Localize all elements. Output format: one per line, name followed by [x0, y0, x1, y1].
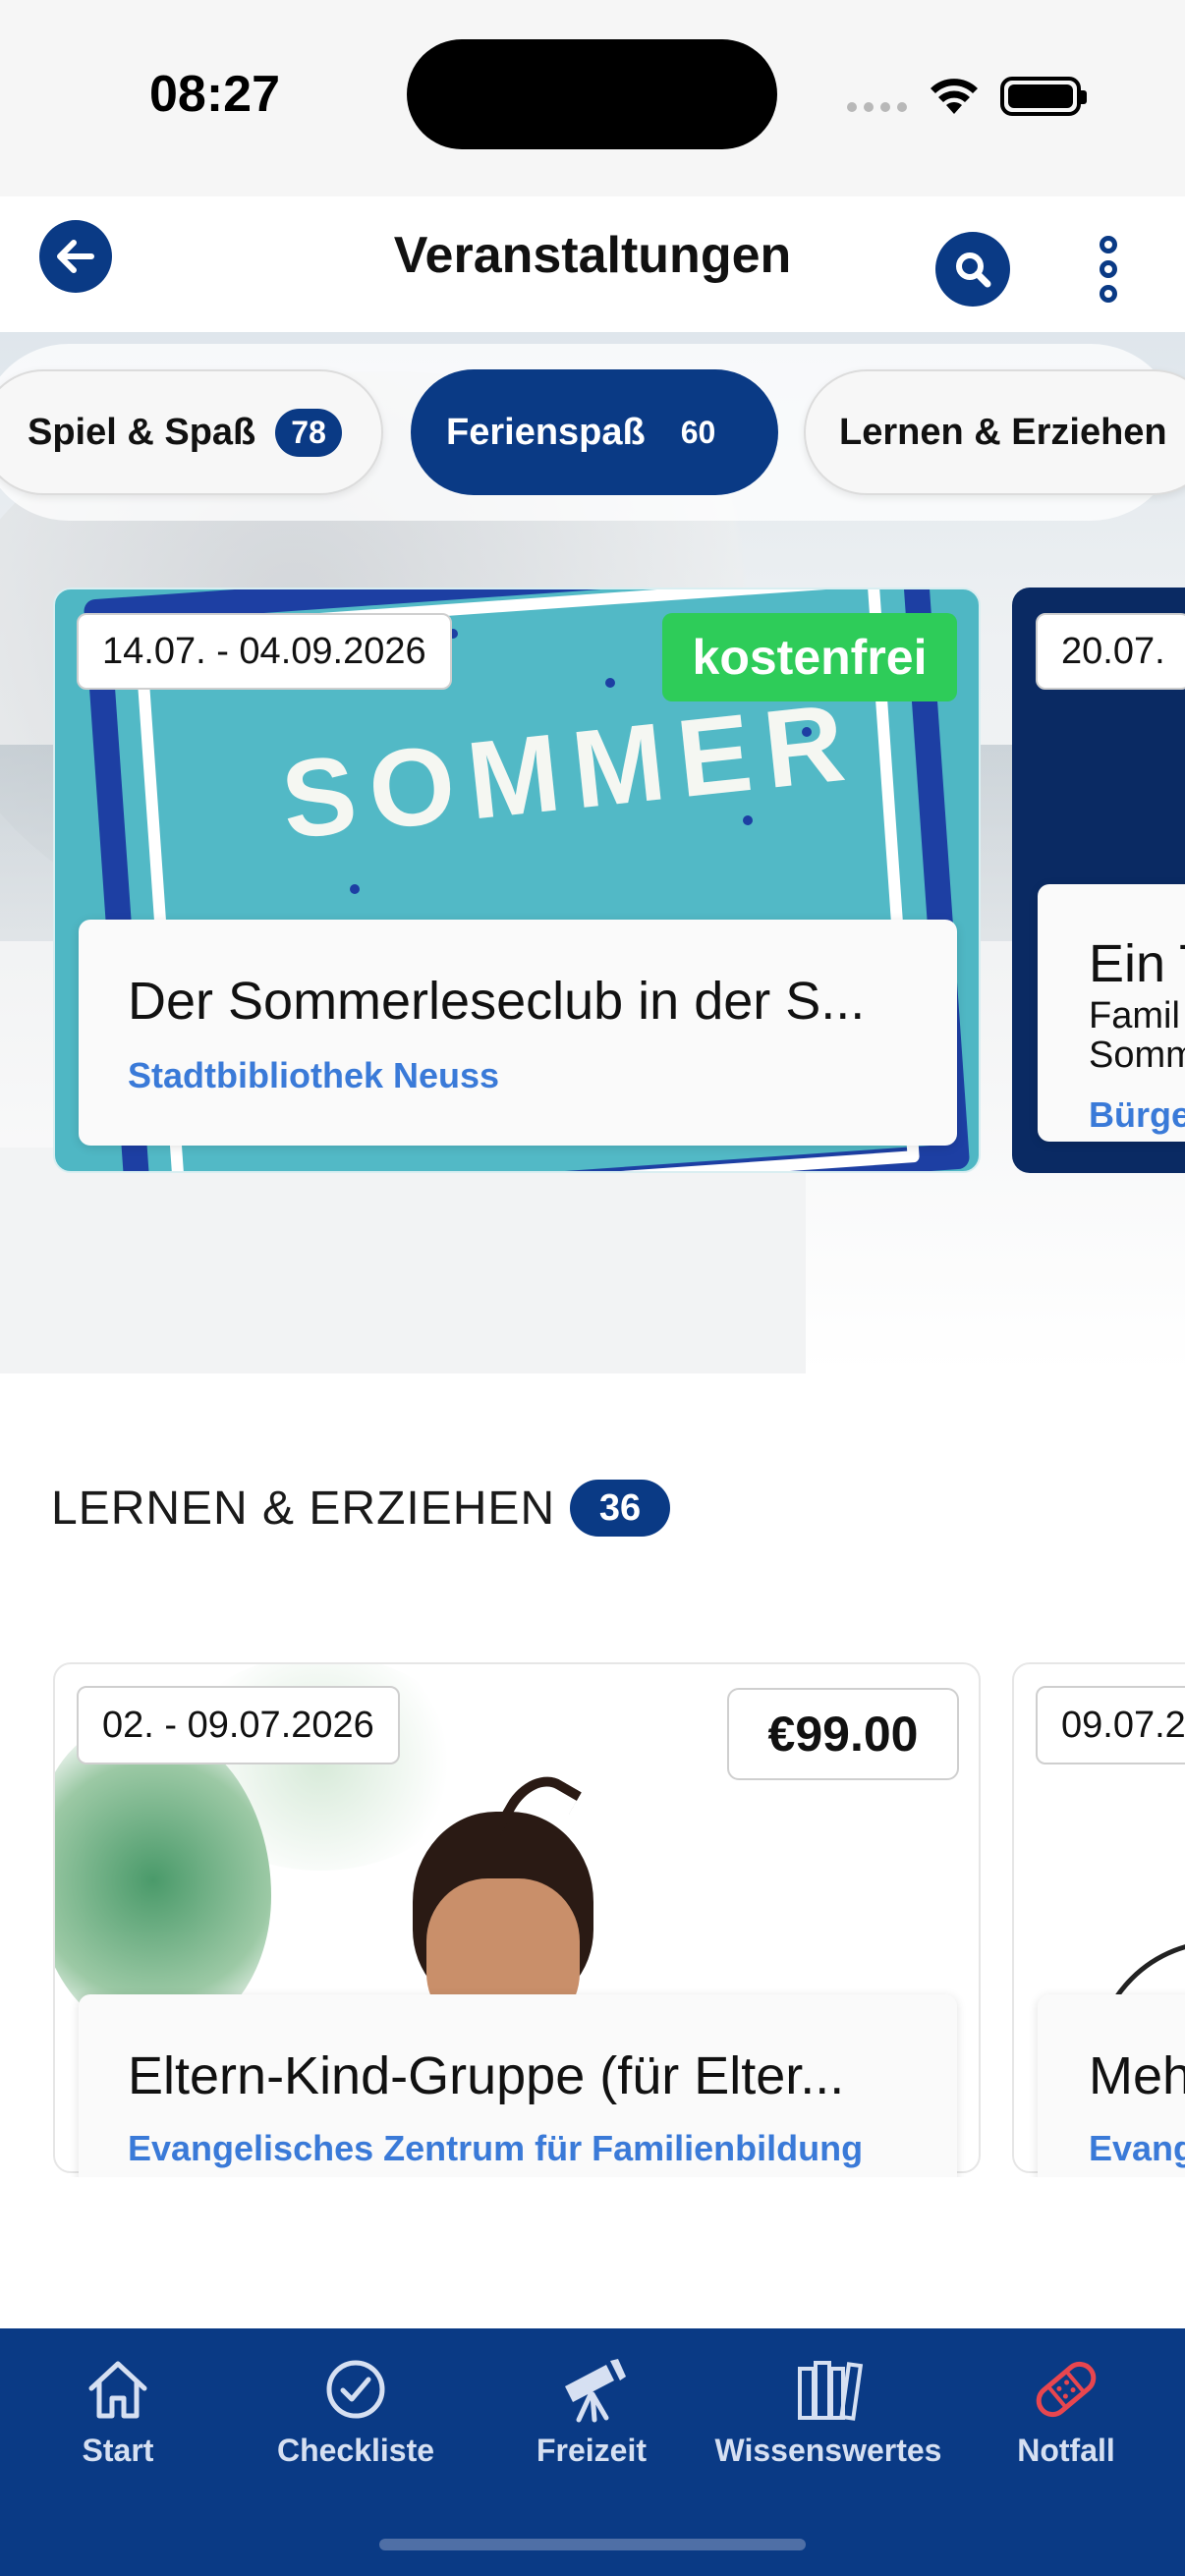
event-info-panel: Eltern-Kind-Gruppe (für Elter... Evangel… [79, 1994, 957, 2191]
dot-icon [1100, 285, 1117, 303]
filter-chip-label: Ferienspaß [446, 411, 646, 453]
event-date: 02. - 09.07.2026 [77, 1686, 400, 1764]
event-organizer: Stadtbibliothek Neuss [128, 1055, 500, 1095]
tab-checkliste[interactable]: Checkliste [248, 2350, 464, 2469]
tab-label: Freizeit [536, 2433, 648, 2468]
filter-chip-label: Spiel & Spaß [28, 411, 256, 453]
checkmark-circle-icon [326, 2360, 385, 2419]
event-organizer: Evang [1089, 2128, 1185, 2168]
filter-chip-ferienspass[interactable]: Ferienspaß 60 [411, 369, 778, 495]
wifi-icon [931, 79, 978, 114]
event-title: Ein T [1089, 934, 1185, 993]
event-organizer: Evangelisches Zentrum für Familienbildun… [128, 2128, 864, 2168]
home-indicator [379, 2539, 806, 2550]
event-date: 14.07. - 04.09.2026 [77, 613, 452, 690]
tab-wissenswertes[interactable]: Wissenswertes [715, 2350, 941, 2469]
event-subtitle-line: Somm [1089, 1035, 1185, 1076]
dynamic-island [407, 39, 777, 149]
dot-icon [1100, 236, 1117, 253]
home-icon [88, 2361, 147, 2419]
event-date: 09.07.2 [1036, 1686, 1185, 1764]
event-title: Eltern-Kind-Gruppe (für Elter... [128, 2046, 845, 2105]
content-bottom-area [0, 2177, 1185, 2328]
event-info-panel: Ein T Famil Somm Bürge [1038, 884, 1185, 1142]
page-title: Veranstaltungen [393, 227, 792, 284]
event-date: 20.07. [1036, 613, 1185, 690]
filter-chip-label: Lernen & Erziehen [839, 411, 1167, 453]
search-icon [956, 252, 991, 288]
back-button[interactable] [39, 220, 112, 293]
tab-label: Notfall [1017, 2433, 1115, 2468]
event-info-panel: Der Sommerleseclub in der S... Stadtbibl… [79, 920, 957, 1146]
filter-chip-count: 60 [680, 414, 716, 450]
event-subtitle-line: Famil [1089, 995, 1180, 1036]
battery-icon [1000, 77, 1087, 116]
event-title: Der Sommerleseclub in der S... [128, 972, 866, 1031]
telescope-icon [565, 2359, 626, 2423]
tab-label: Start [82, 2433, 154, 2468]
tab-notfall[interactable]: Notfall [958, 2350, 1174, 2469]
event-info-panel: Meh Evang [1038, 1994, 1185, 2191]
books-icon [798, 2361, 864, 2421]
status-time: 08:27 [149, 66, 280, 123]
filter-chip-lernen-erziehen[interactable]: Lernen & Erziehen [804, 369, 1185, 495]
free-badge: kostenfrei [662, 613, 957, 701]
search-button[interactable] [935, 232, 1010, 307]
tab-freizeit[interactable]: Freizeit [483, 2350, 700, 2469]
status-bar: 08:27 Veranstaltungen [0, 0, 1185, 307]
tab-label: Checkliste [276, 2433, 435, 2468]
more-options-button[interactable] [1091, 228, 1126, 310]
cellular-signal-icon [847, 102, 907, 112]
filter-chip-count: 78 [275, 408, 342, 457]
tab-label: Wissenswertes [714, 2433, 942, 2468]
event-organizer: Bürge [1089, 1094, 1185, 1135]
section-title: LERNEN & ERZIEHEN [51, 1483, 556, 1535]
section-count-badge: 36 [570, 1480, 670, 1537]
tab-start[interactable]: Start [10, 2350, 226, 2469]
filter-chip-spiel-spass[interactable]: Spiel & Spaß 78 [0, 369, 383, 495]
arrow-left-icon [57, 240, 94, 273]
bandage-icon [1036, 2361, 1097, 2418]
price-badge: €99.00 [727, 1688, 959, 1780]
event-title: Meh [1089, 2046, 1185, 2105]
dot-icon [1100, 260, 1117, 278]
